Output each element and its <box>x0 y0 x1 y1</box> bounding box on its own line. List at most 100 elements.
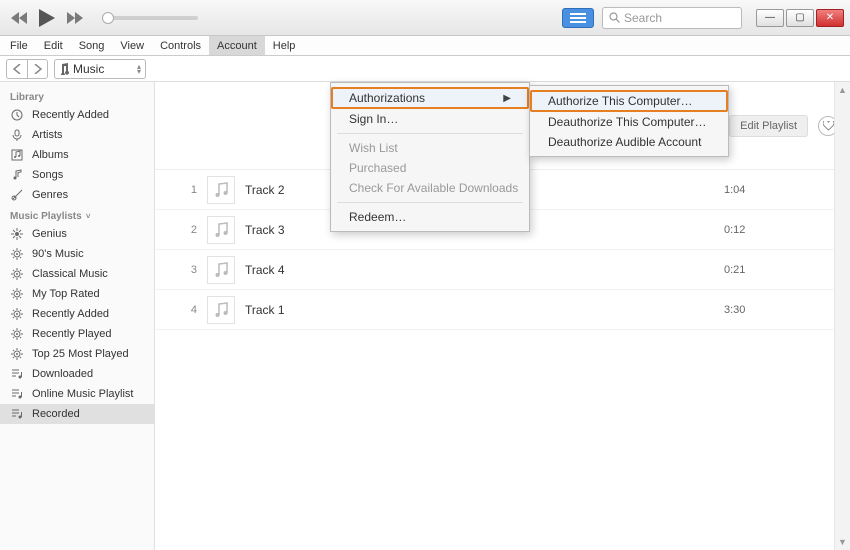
playlist-icon <box>10 367 24 381</box>
track-artwork <box>207 296 235 324</box>
authorizations-submenu: Authorize This Computer… Deauthorize Thi… <box>529 85 729 157</box>
track-number: 1 <box>171 184 197 196</box>
sidebar-item-classical[interactable]: Classical Music <box>0 264 154 284</box>
updown-icon: ▴▾ <box>137 64 141 74</box>
account-menu: Authorizations ▶ Sign In… Wish List Purc… <box>330 82 530 232</box>
sidebar-item-label: Recently Played <box>32 328 112 340</box>
menu-edit[interactable]: Edit <box>36 36 71 55</box>
search-box[interactable] <box>602 7 742 29</box>
submenu-arrow-icon: ▶ <box>503 93 511 104</box>
chevron-down-icon: ˅ <box>84 212 91 221</box>
menu-item-purchased: Purchased <box>331 158 529 178</box>
scroll-up-icon[interactable]: ▲ <box>835 82 850 98</box>
menu-controls[interactable]: Controls <box>152 36 209 55</box>
scroll-down-icon[interactable]: ▼ <box>835 534 850 550</box>
list-view-button[interactable] <box>562 8 594 28</box>
gear-icon <box>10 327 24 341</box>
track-duration: 0:21 <box>724 264 834 276</box>
menu-bar: File Edit Song View Controls Account Hel… <box>0 36 850 56</box>
sidebar-item-label: Downloaded <box>32 368 93 380</box>
search-input[interactable] <box>624 11 735 25</box>
previous-button[interactable] <box>6 6 32 30</box>
track-duration: 0:12 <box>724 224 834 236</box>
microphone-icon <box>10 128 24 142</box>
title-bar: — ▢ ✕ <box>0 0 850 36</box>
sidebar-item-toprated[interactable]: My Top Rated <box>0 284 154 304</box>
gear-icon <box>10 287 24 301</box>
track-number: 3 <box>171 264 197 276</box>
sidebar-heading-playlists[interactable]: Music Playlists ˅ <box>0 205 154 224</box>
sidebar-item-recently-added[interactable]: Recently Added <box>0 105 154 125</box>
edit-playlist-button[interactable]: Edit Playlist <box>729 115 808 137</box>
menu-view[interactable]: View <box>112 36 152 55</box>
menu-help[interactable]: Help <box>265 36 304 55</box>
nav-back-button[interactable] <box>7 60 27 78</box>
menu-item-sign-in[interactable]: Sign In… <box>331 109 529 129</box>
maximize-button[interactable]: ▢ <box>786 9 814 27</box>
sidebar-item-recent-played[interactable]: Recently Played <box>0 324 154 344</box>
sidebar-item-90s[interactable]: 90's Music <box>0 244 154 264</box>
playlist-icon <box>10 387 24 401</box>
track-duration: 3:30 <box>724 304 834 316</box>
sidebar-item-label: Classical Music <box>32 268 108 280</box>
search-icon <box>609 12 620 23</box>
gear-icon <box>10 267 24 281</box>
sidebar-item-label: Genius <box>32 228 67 240</box>
sidebar-item-top25[interactable]: Top 25 Most Played <box>0 344 154 364</box>
scrollbar[interactable]: ▲ ▼ <box>834 82 850 550</box>
genius-icon <box>10 227 24 241</box>
menu-file[interactable]: File <box>2 36 36 55</box>
track-name: Track 4 <box>245 263 724 277</box>
sidebar-item-label: Recorded <box>32 408 80 420</box>
menu-item-deauthorize-audible[interactable]: Deauthorize Audible Account <box>530 132 728 152</box>
sidebar-item-label: Recently Added <box>32 308 109 320</box>
gear-icon <box>10 347 24 361</box>
content: Authorizations ▶ Sign In… Wish List Purc… <box>155 82 850 550</box>
right-controls: — ▢ ✕ <box>562 7 844 29</box>
menu-separator <box>337 133 523 134</box>
window-buttons: — ▢ ✕ <box>756 9 844 27</box>
media-type-select[interactable]: Music ▴▾ <box>54 59 146 79</box>
sidebar-item-label: My Top Rated <box>32 288 100 300</box>
minimize-button[interactable]: — <box>756 9 784 27</box>
track-number: 4 <box>171 304 197 316</box>
track-row[interactable]: 3 Track 4 0:21 <box>155 250 850 290</box>
menu-item-check-downloads: Check For Available Downloads <box>331 178 529 198</box>
heart-icon <box>823 121 834 131</box>
track-row[interactable]: 4 Track 1 3:30 <box>155 290 850 330</box>
sidebar-item-albums[interactable]: Albums <box>0 145 154 165</box>
gear-icon <box>10 247 24 261</box>
track-artwork <box>207 176 235 204</box>
menu-item-authorize-computer[interactable]: Authorize This Computer… <box>530 90 728 112</box>
nav-forward-button[interactable] <box>27 60 47 78</box>
sidebar-item-recent-added[interactable]: Recently Added <box>0 304 154 324</box>
track-artwork <box>207 216 235 244</box>
menu-item-redeem[interactable]: Redeem… <box>331 207 529 227</box>
guitar-icon <box>10 188 24 202</box>
next-button[interactable] <box>62 6 88 30</box>
play-button[interactable] <box>32 6 62 30</box>
clock-icon <box>10 108 24 122</box>
sidebar-item-label: Artists <box>32 129 63 141</box>
media-select-label: Music <box>73 62 104 76</box>
sidebar-item-songs[interactable]: Songs <box>0 165 154 185</box>
sidebar-item-downloaded[interactable]: Downloaded <box>0 364 154 384</box>
note-icon <box>10 168 24 182</box>
menu-item-deauthorize-computer[interactable]: Deauthorize This Computer… <box>530 112 728 132</box>
menu-item-authorizations[interactable]: Authorizations ▶ <box>331 87 529 109</box>
sidebar-item-label: 90's Music <box>32 248 84 260</box>
volume-slider[interactable] <box>102 16 198 20</box>
sidebar-item-genres[interactable]: Genres <box>0 185 154 205</box>
sidebar: Library Recently Added Artists Albums So… <box>0 82 155 550</box>
sidebar-heading-library: Library <box>0 86 154 105</box>
close-button[interactable]: ✕ <box>816 9 844 27</box>
sidebar-item-recorded[interactable]: Recorded <box>0 404 154 424</box>
track-name: Track 1 <box>245 303 724 317</box>
menu-song[interactable]: Song <box>71 36 113 55</box>
sidebar-item-label: Genres <box>32 189 68 201</box>
sidebar-item-artists[interactable]: Artists <box>0 125 154 145</box>
sidebar-item-online[interactable]: Online Music Playlist <box>0 384 154 404</box>
sidebar-item-genius[interactable]: Genius <box>0 224 154 244</box>
volume-knob[interactable] <box>102 12 114 24</box>
menu-account[interactable]: Account <box>209 36 265 55</box>
